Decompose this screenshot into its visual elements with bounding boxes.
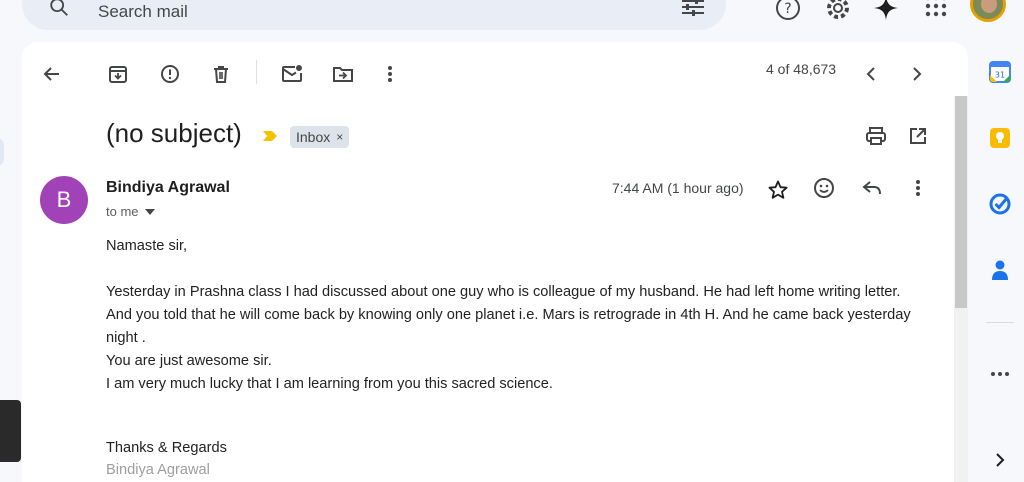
scrollbar-thumb[interactable] [955,96,967,308]
account-avatar[interactable] [970,0,1006,22]
body-line: Yesterday in Prashna class I had discuss… [106,284,911,346]
mark-unread-icon[interactable] [274,56,310,92]
search-icon[interactable] [48,0,70,18]
pager-count: 4 of 48,673 [766,61,837,77]
print-icon[interactable] [858,118,894,154]
move-to-icon[interactable] [325,56,361,92]
apps-grid-icon[interactable] [924,0,948,18]
more-addons-icon[interactable] [986,360,1014,388]
side-panel-divider [986,322,1014,323]
back-arrow-icon[interactable] [34,56,70,92]
signature-name: Bindiya Agrawal [106,462,210,478]
search-bar[interactable] [22,0,726,30]
archive-icon[interactable] [100,56,136,92]
sender-name[interactable]: Bindiya Agrawal [106,179,230,197]
body-line: You are just awesome sir. [106,353,272,369]
calendar-app-icon[interactable]: 31 [986,58,1014,86]
svg-text:?: ? [784,1,791,17]
report-spam-icon[interactable] [152,56,188,92]
reply-icon[interactable] [854,170,890,206]
message-timestamp: 7:44 AM (1 hour ago) [612,180,744,196]
open-in-new-window-icon[interactable] [900,118,936,154]
more-vert-icon[interactable] [372,56,408,92]
importance-marker-icon[interactable] [262,130,278,142]
body-blank-line [106,258,926,281]
sender-avatar[interactable]: B [40,176,88,224]
contacts-app-icon[interactable] [986,256,1014,284]
message-more-vert-icon[interactable] [900,170,936,206]
dark-side-panel[interactable] [0,400,21,462]
body-line: Namaste sir, [106,238,188,254]
keep-app-icon[interactable] [986,124,1014,152]
message-body: Namaste sir, Yesterday in Prashna class … [106,235,926,396]
toolbar-divider [256,60,257,84]
help-icon[interactable]: ? [774,0,802,22]
inbox-label-text: Inbox [296,129,331,145]
older-chevron-right-icon[interactable] [899,56,935,92]
left-edge-tab [0,138,4,166]
message-view: 4 of 48,673 (no subject) Inbox × B Bindi… [22,42,968,482]
tasks-app-icon[interactable] [986,190,1014,218]
settings-gear-icon[interactable] [824,0,852,22]
emoji-reaction-icon[interactable] [806,170,842,206]
remove-label-close-icon[interactable]: × [336,130,343,144]
body-line: I am very much lucky that I am learning … [106,376,553,392]
calendar-day-text: 31 [995,71,1005,80]
newer-chevron-left-icon[interactable] [853,56,889,92]
search-options-icon[interactable] [680,0,706,18]
delete-icon[interactable] [203,56,239,92]
inbox-label-chip[interactable]: Inbox × [290,126,350,148]
recipient-details-toggle[interactable]: to me [106,204,155,219]
search-input[interactable] [96,0,620,26]
expand-side-panel-chevron-icon[interactable] [986,446,1014,474]
caret-down-icon [144,208,155,215]
signoff: Thanks & Regards [106,440,227,456]
recipient-text: to me [106,204,139,219]
star-icon[interactable] [760,172,796,208]
message-subject: (no subject) [106,118,242,148]
gemini-sparkle-icon[interactable] [872,0,900,22]
